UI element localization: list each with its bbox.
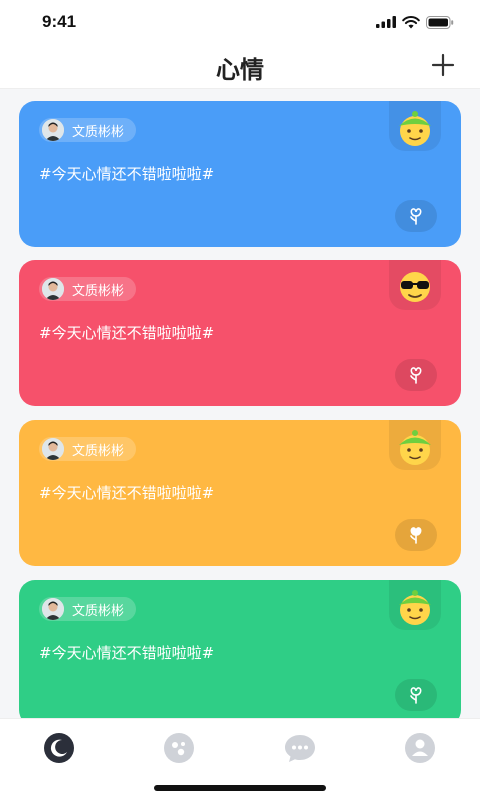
battery-icon xyxy=(426,15,454,29)
mood-badge xyxy=(389,580,441,630)
tab-messages[interactable] xyxy=(283,731,317,765)
user-chip[interactable]: 文质彬彬 xyxy=(39,437,137,461)
user-name: 文质彬彬 xyxy=(72,443,125,459)
moon-icon xyxy=(44,733,74,763)
avatar[interactable] xyxy=(42,278,64,300)
post-text: #今天心情还不错啦啦啦# xyxy=(39,484,215,502)
page-title: 心情 xyxy=(216,56,264,84)
wifi-icon xyxy=(402,15,420,28)
chat-icon xyxy=(285,735,315,762)
status-bar: 9:41 xyxy=(0,0,480,44)
tab-mood[interactable] xyxy=(42,731,76,765)
mood-card[interactable]: 文质彬彬 #今天心情还不错啦啦啦# xyxy=(19,580,461,718)
flower-icon xyxy=(410,527,422,544)
tab-discover[interactable] xyxy=(162,731,196,765)
mood-badge xyxy=(389,101,441,151)
flower-icon xyxy=(410,367,422,384)
status-time: 9:41 xyxy=(42,12,77,31)
avatar[interactable] xyxy=(42,598,64,620)
post-text: #今天心情还不错啦啦啦# xyxy=(39,644,215,662)
user-chip[interactable]: 文质彬彬 xyxy=(39,118,137,142)
add-button[interactable] xyxy=(430,52,456,78)
user-chip[interactable]: 文质彬彬 xyxy=(39,277,137,301)
like-button[interactable] xyxy=(395,519,437,551)
user-chip[interactable]: 文质彬彬 xyxy=(39,597,137,621)
header: 心情 xyxy=(0,44,480,89)
avatar[interactable] xyxy=(42,119,64,141)
hat-emoji-icon xyxy=(399,430,431,465)
hat-emoji-icon xyxy=(399,590,431,625)
tab-profile[interactable] xyxy=(403,731,437,765)
mood-card[interactable]: 文质彬彬 #今天心情还不错啦啦啦# xyxy=(19,260,461,406)
discover-icon xyxy=(164,733,194,763)
mood-badge xyxy=(389,420,441,470)
hat-emoji-icon xyxy=(399,111,431,146)
mood-feed[interactable]: 文质彬彬 #今天心情还不错啦啦啦# 文质彬彬 #今天心情还不错啦啦啦# 文质彬彬… xyxy=(0,88,480,718)
sunglasses-emoji-icon xyxy=(400,272,430,302)
user-name: 文质彬彬 xyxy=(72,603,125,619)
post-text: #今天心情还不错啦啦啦# xyxy=(39,324,215,342)
avatar[interactable] xyxy=(42,438,64,460)
mood-card[interactable]: 文质彬彬 #今天心情还不错啦啦啦# xyxy=(19,101,461,247)
status-icons xyxy=(376,14,454,30)
user-name: 文质彬彬 xyxy=(72,283,125,299)
user-name: 文质彬彬 xyxy=(72,124,125,140)
flower-icon xyxy=(410,208,422,225)
flower-icon xyxy=(410,687,422,704)
like-button[interactable] xyxy=(395,200,437,232)
mood-card[interactable]: 文质彬彬 #今天心情还不错啦啦啦# xyxy=(19,420,461,566)
like-button[interactable] xyxy=(395,679,437,711)
like-button[interactable] xyxy=(395,359,437,391)
home-indicator xyxy=(154,785,326,791)
plus-icon xyxy=(431,53,455,77)
post-text: #今天心情还不错啦啦啦# xyxy=(39,165,215,183)
signal-icon xyxy=(376,16,396,28)
mood-badge xyxy=(389,260,441,310)
profile-icon xyxy=(405,733,435,763)
